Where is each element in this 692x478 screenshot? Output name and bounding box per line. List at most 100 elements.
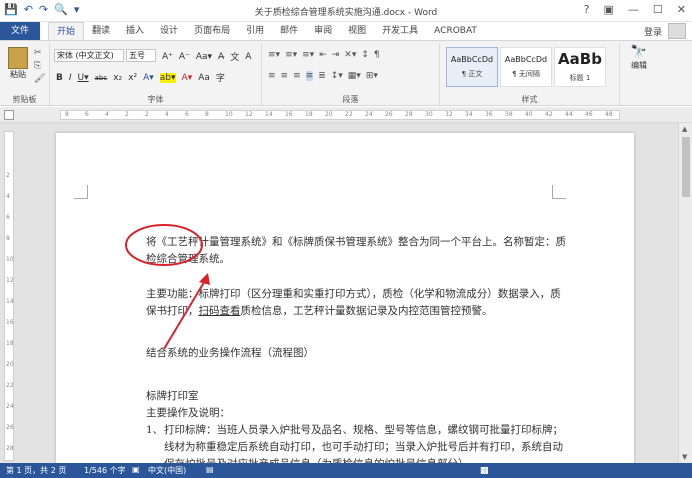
ruler-tick: 26 [6, 424, 14, 431]
align-left-button[interactable]: ≡ [268, 71, 276, 81]
format-painter-icon[interactable]: 🖌 [34, 73, 45, 86]
numbering-button[interactable]: ≡▾ [285, 50, 297, 60]
vertical-scrollbar[interactable]: ▲ ▼ [678, 123, 692, 463]
avatar[interactable] [668, 23, 686, 39]
justify-button[interactable]: ≡ [305, 71, 314, 81]
tab-read[interactable]: 翻读 [84, 22, 118, 42]
multilevel-list-button[interactable]: ≡▾ [302, 50, 314, 60]
ruler-tick: 28 [6, 445, 14, 452]
enclose-char-button[interactable]: 字 [216, 71, 225, 84]
tab-mailings[interactable]: 邮件 [272, 22, 306, 42]
char-border-button[interactable]: A [245, 52, 251, 62]
subscript-button[interactable]: x₂ [113, 73, 122, 83]
bullets-button[interactable]: ≡▾ [268, 50, 280, 60]
change-case-button[interactable]: Aa▾ [196, 52, 212, 62]
scroll-thumb[interactable] [682, 137, 690, 197]
style-normal[interactable]: AaBbCcDd ¶ 正文 [446, 47, 498, 87]
ruler-tick: 20 [325, 111, 333, 118]
strikethrough-button[interactable]: abc [95, 74, 108, 82]
web-layout-icon[interactable]: ▧ [480, 466, 489, 476]
horizontal-ruler[interactable]: 8 6 4 2 2 4 6 8 10 12 14 16 18 20 22 24 26 28 30 32 34 36 38 40… [60, 110, 620, 120]
ruler-tick: 36 [485, 111, 493, 118]
tab-selector[interactable] [4, 110, 14, 120]
close-button[interactable]: ✕ [677, 3, 686, 16]
underline-button[interactable]: U▾ [78, 73, 89, 83]
scroll-down-icon[interactable]: ▼ [682, 453, 687, 461]
ruler-tick: 18 [6, 340, 14, 347]
font-color-button[interactable]: A▾ [182, 73, 193, 83]
styles-group: AaBbCcDd ¶ 正文 AaBbCcDd ¶ 无间隔 AaBb 标题 1 样… [440, 43, 620, 105]
document-page[interactable]: 将《工艺秤计量管理系统》和《标牌质保书管理系统》整合为同一个平台上。名称暂定：质… [56, 133, 634, 473]
char-shading-button[interactable]: Aa [198, 73, 210, 83]
decrease-indent-button[interactable]: ⇤ [319, 50, 327, 60]
font-name-select[interactable]: 宋体 (中文正文) [54, 49, 124, 62]
align-right-button[interactable]: ≡ [293, 71, 301, 81]
help-button[interactable]: ? [584, 3, 590, 16]
tab-design[interactable]: 设计 [152, 22, 186, 42]
increase-indent-button[interactable]: ⇥ [332, 50, 340, 60]
shrink-font-button[interactable]: A⁻ [179, 52, 190, 62]
ruler-tick: 10 [225, 111, 233, 118]
sort-button[interactable]: ↕ [361, 50, 369, 60]
ruler-tick: 12 [245, 111, 253, 118]
ruler-tick: 10 [6, 256, 14, 263]
show-marks-button[interactable]: ¶ [374, 50, 380, 60]
para2-line1: 主要功能：标牌打印（区分理重和实重打印方式），质检（化学和物流成分）数据录入，质 [146, 288, 561, 300]
vertical-ruler[interactable]: 2 4 6 8 10 12 14 16 18 20 22 24 26 28 [4, 131, 14, 461]
ribbon: 粘贴 ✂ ⎘ 🖌 剪贴板 宋体 (中文正文) 五号 A⁺ A⁻ Aa▾ A̶ 文… [0, 40, 692, 106]
shading-button[interactable]: ▦▾ [348, 71, 361, 81]
superscript-button[interactable]: x² [128, 73, 137, 83]
ruler-tick: 8 [205, 111, 209, 118]
proofing-icon[interactable]: ▣ [132, 465, 140, 474]
maximize-button[interactable]: ☐ [653, 3, 663, 16]
distributed-button[interactable]: ≣ [318, 71, 326, 81]
scroll-up-icon[interactable]: ▲ [682, 125, 687, 133]
window-controls: ? ▣ — ☐ ✕ [584, 3, 686, 16]
macro-icon[interactable]: ▤ [206, 465, 214, 474]
tab-home[interactable]: 开始 [48, 22, 85, 42]
minimize-button[interactable]: — [628, 3, 639, 16]
language-indicator[interactable]: 中文(中国) [148, 465, 186, 476]
word-count[interactable]: 1/546 个字 [84, 465, 126, 476]
tab-insert[interactable]: 插入 [118, 22, 152, 42]
line-spacing-button[interactable]: ↕▾ [331, 71, 343, 81]
borders-button[interactable]: ⊞▾ [366, 71, 378, 81]
italic-button[interactable]: I [69, 73, 72, 83]
para5: 主要操作及说明： [146, 407, 230, 419]
font-size-select[interactable]: 五号 [126, 49, 156, 62]
tab-developer[interactable]: 开发工具 [374, 22, 426, 42]
ruler-tick: 16 [6, 319, 14, 326]
ruler-tick: 42 [545, 111, 553, 118]
paste-button[interactable]: 粘贴 [6, 47, 30, 87]
style-no-spacing[interactable]: AaBbCcDd ¶ 无间隔 [500, 47, 552, 87]
login-link[interactable]: 登录 [644, 25, 662, 38]
ruler-tick: 14 [265, 111, 273, 118]
editing-button[interactable]: 🔭 编辑 [624, 45, 654, 71]
clear-format-button[interactable]: A̶ [218, 52, 224, 62]
tab-file[interactable]: 文件 [0, 22, 40, 40]
grow-font-button[interactable]: A⁺ [162, 52, 173, 62]
phonetic-guide-button[interactable]: 文 [230, 50, 239, 63]
text-effects-button[interactable]: A▾ [143, 73, 154, 83]
copy-icon[interactable]: ⎘ [34, 60, 45, 73]
ruler-tick: 34 [465, 111, 473, 118]
ruler-tick: 22 [345, 111, 353, 118]
tab-references[interactable]: 引用 [238, 22, 272, 42]
ribbon-display-button[interactable]: ▣ [604, 3, 614, 16]
ruler-tick: 8 [65, 111, 69, 118]
ruler-tick: 2 [6, 172, 10, 179]
bold-button[interactable]: B [56, 73, 63, 83]
tab-layout[interactable]: 页面布局 [186, 22, 238, 42]
style-heading-1[interactable]: AaBb 标题 1 [554, 47, 606, 87]
cut-icon[interactable]: ✂ [34, 47, 45, 60]
chinese-layout-button[interactable]: ✕▾ [344, 50, 356, 60]
ruler-tick: 6 [85, 111, 89, 118]
tab-acrobat[interactable]: ACROBAT [426, 22, 485, 42]
highlight-button[interactable]: ab▾ [159, 72, 176, 83]
tab-review[interactable]: 审阅 [306, 22, 340, 42]
align-center-button[interactable]: ≡ [281, 71, 289, 81]
page-count[interactable]: 第 1 页，共 2 页 [6, 465, 66, 476]
annotation-arrow-head [199, 273, 210, 285]
tab-view[interactable]: 视图 [340, 22, 374, 42]
list-item-1-line1: 打印标牌：当班人员录入炉批号及品名、规格、型号等信息，螺纹钢可批量打印标牌； [164, 424, 563, 436]
